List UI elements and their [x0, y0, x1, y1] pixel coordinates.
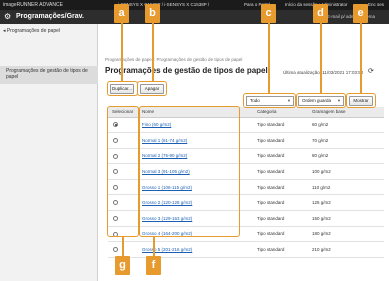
row-weight-cell: 150 g/m2: [308, 210, 384, 227]
row-weight-cell: 125 g/m2: [308, 194, 384, 212]
highlight-b: [137, 81, 167, 96]
sidebar-item-paper-settings[interactable]: ◂ Programações de papel: [3, 28, 60, 34]
last-update: Última atualização: 11/03/2021 17:03:50: [283, 70, 364, 75]
row-category-cell: Tipo standard: [253, 226, 308, 243]
sidebar-item-label: Programações de gestão de tipos de papel: [6, 68, 88, 80]
callout-line-b: [152, 22, 154, 81]
row-category-cell: Tipo standard: [253, 194, 308, 212]
callout-a: a: [114, 4, 129, 23]
title-bar: ⚙ Programações/Grav. E-mail p/ admin sis…: [0, 10, 389, 24]
row-weight-cell: 110 g/m2: [308, 179, 384, 196]
row-weight-cell: 60 g/m2: [308, 117, 384, 134]
row-weight-cell: 100 g/m2: [308, 163, 384, 180]
row-weight-cell: 180 g/m2: [308, 226, 384, 243]
highlight-a: [107, 81, 138, 96]
callout-g: g: [115, 256, 130, 275]
row-weight-cell: 70 g/m2: [308, 132, 384, 149]
device-name: i-SENSYS X C1538P / i-SENSYS X C1538P /: [118, 2, 210, 7]
row-weight-cell: 80 g/m2: [308, 148, 384, 165]
callout-f: f: [146, 256, 161, 275]
column-header-category: Categoria: [253, 107, 308, 118]
column-header-base-weight: Gramagem base: [308, 107, 384, 118]
top-bar: imageRUNNER ADVANCE i-SENSYS X C1538P / …: [0, 0, 389, 10]
callout-line-g: [122, 237, 124, 257]
row-name-cell: Grosso 5 (201-216 g/m2): [138, 241, 253, 258]
refresh-icon[interactable]: ⟳: [368, 67, 374, 75]
sidebar-item-label: Programações de papel: [6, 28, 60, 34]
callout-line-a: [121, 22, 123, 81]
row-category-cell: Tipo standard: [253, 148, 308, 165]
callout-c: c: [261, 4, 276, 23]
row-category-cell: Tipo standard: [253, 163, 308, 180]
page-title: Programações de gestão de tipos de papel: [105, 66, 268, 75]
callout-line-d: [320, 22, 322, 93]
row-radio-button[interactable]: [113, 247, 118, 253]
callout-d: d: [313, 4, 328, 23]
row-category-cell: Tipo standard: [253, 241, 308, 258]
sidebar-item-paper-type-management[interactable]: Programações de gestão de tipos de papel: [0, 66, 98, 84]
row-category-cell: Tipo standard: [253, 179, 308, 196]
callout-line-f: [153, 237, 155, 257]
gear-icon: ⚙: [4, 12, 12, 21]
callout-b: b: [145, 4, 160, 23]
callout-e: e: [353, 4, 368, 23]
brand-label: imageRUNNER ADVANCE: [3, 2, 63, 8]
highlight-c: [243, 93, 296, 108]
highlight-f: [139, 106, 240, 237]
row-category-cell: Tipo standard: [253, 210, 308, 227]
callout-line-c: [268, 22, 270, 93]
paper-type-name-link[interactable]: Grosso 5 (201-216 g/m2): [142, 247, 192, 252]
app-title: Programações/Grav.: [16, 13, 84, 20]
sidebar: ◂ Programações de papel Programações de …: [0, 24, 98, 281]
breadcrumb: Programações de papel : Programações de …: [105, 57, 243, 62]
row-category-cell: Tipo standard: [253, 117, 308, 134]
highlight-g: [107, 106, 139, 237]
logout-link[interactable]: Enc ses: [368, 2, 384, 7]
callout-line-e: [360, 22, 362, 93]
table-row: Grosso 5 (201-216 g/m2) Tipo standard 210 …: [108, 241, 384, 258]
highlight-e: [346, 93, 376, 108]
row-category-cell: Tipo standard: [253, 132, 308, 149]
highlight-d: [296, 93, 346, 108]
row-weight-cell: 210 g/m2: [308, 241, 384, 258]
